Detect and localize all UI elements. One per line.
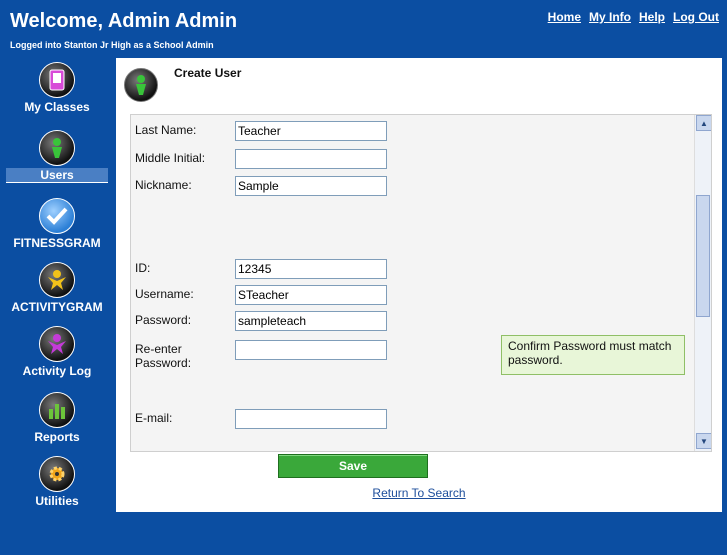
help-link[interactable]: Help (639, 10, 665, 24)
sidebar-item-label: Activity Log (22, 364, 92, 378)
sidebar-item-reports[interactable]: Reports (0, 392, 114, 444)
app-window: Welcome, Admin Admin Logged into Stanton… (0, 0, 727, 555)
last-name-input[interactable] (235, 121, 387, 141)
sidebar-item-utilities[interactable]: Utilities (0, 456, 114, 508)
nickname-input[interactable] (235, 176, 387, 196)
person-icon (39, 262, 75, 298)
create-user-panel: Create User Last Name: Middle Initial: N… (116, 58, 722, 512)
scroll-up-icon[interactable]: ▲ (696, 115, 711, 131)
sidebar-item-users[interactable]: Users (0, 130, 114, 183)
password-input[interactable] (235, 311, 387, 331)
sidebar: My Classes Users FITNESSGRAM ACTIVITYGRA… (0, 56, 114, 516)
my-info-link[interactable]: My Info (589, 10, 631, 24)
sidebar-item-label: Utilities (35, 494, 79, 508)
password-match-hint: Confirm Password must match password. (501, 335, 685, 375)
id-row: ID: (131, 259, 691, 283)
device-icon (39, 62, 75, 98)
log-out-link[interactable]: Log Out (673, 10, 719, 24)
form-scrollbar[interactable]: ▲ ▼ (694, 115, 711, 451)
sidebar-item-label: FITNESSGRAM (13, 236, 101, 250)
sidebar-item-fitnessgram[interactable]: FITNESSGRAM (0, 198, 114, 250)
scroll-down-icon[interactable]: ▼ (696, 433, 711, 449)
top-links: Home My Info Help Log Out (548, 10, 719, 24)
last-name-label: Last Name: (135, 123, 197, 137)
nickname-label: Nickname: (135, 178, 192, 192)
return-to-search-link[interactable]: Return To Search (116, 486, 722, 500)
email-row: E-mail: (131, 409, 691, 433)
page-title: Welcome, Admin Admin (10, 10, 238, 32)
person-icon (124, 68, 158, 102)
password-row: Password: (131, 311, 691, 335)
bottom-bar (0, 516, 727, 555)
save-button[interactable]: Save (278, 454, 428, 478)
nickname-row: Nickname: (131, 176, 691, 200)
sidebar-item-label: ACTIVITYGRAM (11, 300, 103, 314)
last-name-row: Last Name: (131, 121, 691, 145)
checkmark-icon (39, 198, 75, 234)
user-form: Last Name: Middle Initial: Nickname: ID:… (130, 114, 712, 452)
email-input[interactable] (235, 409, 387, 429)
id-input[interactable] (235, 259, 387, 279)
sidebar-item-label: Reports (34, 430, 80, 444)
middle-initial-row: Middle Initial: (131, 149, 691, 173)
sidebar-item-activitygram[interactable]: ACTIVITYGRAM (0, 262, 114, 314)
middle-initial-label: Middle Initial: (135, 151, 206, 165)
person-icon (39, 130, 75, 166)
sidebar-item-activity-log[interactable]: Activity Log (0, 326, 114, 378)
sidebar-item-label: My Classes (24, 100, 90, 114)
gear-icon (39, 456, 75, 492)
login-status: Logged into Stanton Jr High as a School … (10, 40, 214, 50)
email-label: E-mail: (135, 411, 173, 425)
username-label: Username: (135, 287, 194, 301)
scroll-thumb[interactable] (696, 195, 710, 317)
panel-title: Create User (174, 66, 242, 80)
middle-initial-input[interactable] (235, 149, 387, 169)
sidebar-item-label: Users (6, 168, 108, 183)
bar-chart-icon (39, 392, 75, 428)
reenter-password-label: Re-enter Password: (135, 342, 192, 370)
reenter-password-input[interactable] (235, 340, 387, 360)
username-input[interactable] (235, 285, 387, 305)
person-icon (39, 326, 75, 362)
id-label: ID: (135, 261, 151, 275)
password-label: Password: (135, 313, 192, 327)
sidebar-item-my-classes[interactable]: My Classes (0, 62, 114, 114)
username-row: Username: (131, 285, 691, 309)
home-link[interactable]: Home (548, 10, 581, 24)
